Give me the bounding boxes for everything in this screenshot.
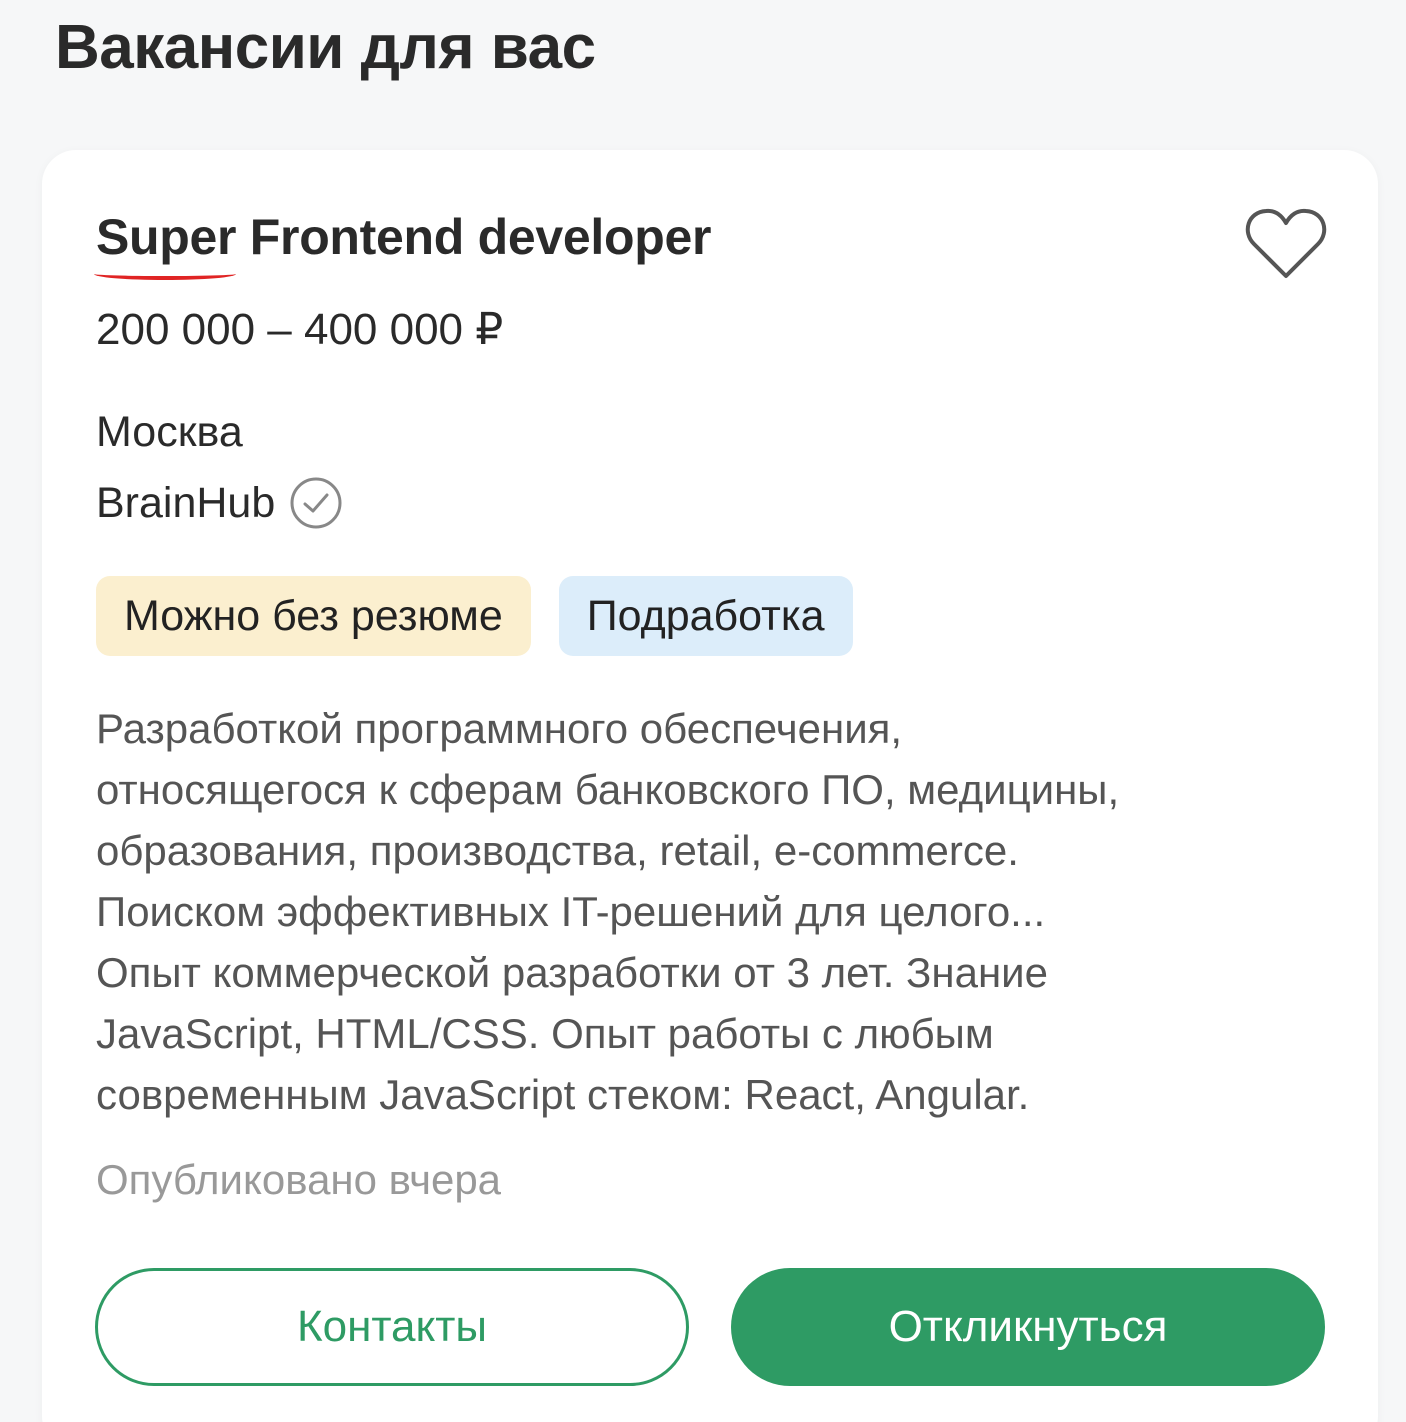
vacancy-description: Разработкой программного обеспечения, от…	[96, 698, 1326, 1125]
tag-list: Можно без резюме Подработка	[96, 576, 853, 656]
description-line: относящегося к сферам банковского ПО, ме…	[96, 766, 1120, 813]
heart-outline-icon	[1245, 208, 1327, 278]
published-date: Опубликовано вчера	[96, 1156, 502, 1203]
description-line: JavaScript, HTML/CSS. Опыт работы с любы…	[96, 1010, 994, 1057]
contacts-button[interactable]: Контакты	[95, 1268, 689, 1386]
favorite-button[interactable]	[1244, 206, 1328, 282]
salary: 200 000 – 400 000 ₽	[96, 305, 504, 354]
page: Вакансии для вас Super Frontend develope…	[0, 0, 1406, 1422]
tag-part-time: Подработка	[558, 576, 853, 656]
description-line: Поиском эффективных IT-решений для целог…	[96, 888, 1046, 935]
apply-button[interactable]: Откликнуться	[731, 1268, 1325, 1386]
spellcheck-underline	[94, 268, 236, 280]
vacancy-card[interactable]: Super Frontend developer 200 000 – 400 0…	[42, 150, 1378, 1422]
company-row: BrainHub	[96, 476, 343, 530]
description-line: образования, производства, retail, e-com…	[96, 827, 1019, 874]
check-circle-icon	[290, 477, 342, 529]
tag-no-resume: Можно без резюме	[96, 576, 531, 656]
city: Москва	[96, 408, 243, 456]
description-line: современным JavaScript стеком: React, An…	[96, 1071, 1030, 1118]
section-title: Вакансии для вас	[55, 13, 596, 82]
vacancy-title[interactable]: Super Frontend developer	[96, 208, 711, 266]
company-name[interactable]: BrainHub	[96, 479, 275, 528]
description-line: Опыт коммерческой разработки от 3 лет. З…	[96, 949, 1048, 996]
description-line: Разработкой программного обеспечения,	[96, 705, 903, 752]
